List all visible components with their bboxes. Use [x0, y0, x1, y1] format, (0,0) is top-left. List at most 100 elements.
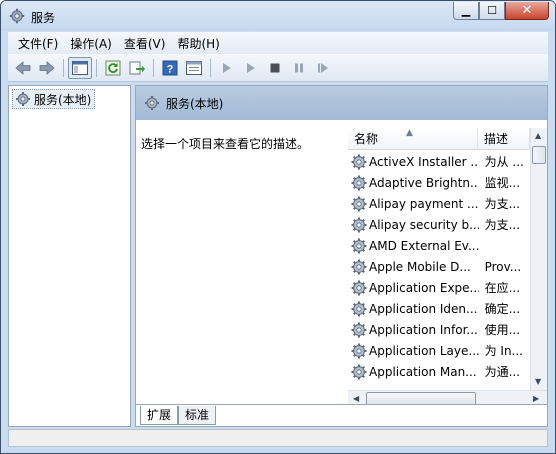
gear-icon — [9, 8, 25, 24]
back-button[interactable] — [11, 57, 35, 79]
status-bar — [8, 429, 548, 447]
minimize-button[interactable]: ▁ — [453, 2, 479, 20]
service-description: 为支... — [484, 197, 521, 211]
start-service-alt-button[interactable] — [239, 57, 263, 79]
scroll-left-icon[interactable]: ◀ — [353, 394, 359, 403]
vertical-scroll-thumb[interactable] — [532, 146, 546, 164]
tree-node-label: 服务(本地) — [34, 92, 92, 107]
table-row[interactable]: Alipay security b... 为支... — [348, 214, 530, 235]
menu-file[interactable]: 文件(F) — [12, 33, 64, 54]
console-tree: 服务(本地) — [8, 85, 131, 427]
export-list-button[interactable] — [125, 57, 149, 79]
sort-ascending-icon: ▲ — [406, 128, 413, 138]
table-row[interactable]: Application Man... 为通... — [348, 361, 530, 382]
pause-icon — [295, 63, 303, 72]
tab-extended[interactable]: 扩展 — [140, 406, 179, 425]
client-area: 服务(本地) 服务(本地) 选择一个项目来查看它的描述。 ▲ 名称 描述 Act… — [8, 83, 548, 427]
service-name: Application Iden... — [369, 301, 478, 316]
table-row[interactable]: Adaptive Brightn... 监视... — [348, 172, 530, 193]
service-name: Application Expe... — [369, 280, 479, 295]
toolbar-separator — [210, 58, 211, 77]
service-gear-icon — [350, 321, 368, 339]
stop-icon — [270, 63, 280, 72]
service-name: Application Man... — [369, 364, 477, 379]
gear-icon — [145, 96, 159, 110]
vertical-scrollbar[interactable]: ▲ ▼ — [530, 128, 547, 390]
menu-bar: 文件(F) 操作(A) 查看(V) 帮助(H) — [8, 32, 548, 54]
properties-button[interactable] — [182, 57, 206, 79]
service-gear-icon — [350, 300, 368, 318]
details-header: 服务(本地) — [136, 86, 547, 120]
tree-node-services-local[interactable]: 服务(本地) — [12, 89, 96, 109]
stop-service-button[interactable] — [263, 57, 287, 79]
close-button[interactable]: ✕ — [505, 2, 549, 20]
restart-service-button[interactable] — [311, 57, 335, 79]
scroll-right-icon[interactable]: ▶ — [533, 394, 539, 403]
service-gear-icon — [350, 195, 368, 213]
service-description: 为通... — [484, 365, 521, 379]
service-name: Apple Mobile D... — [369, 259, 471, 274]
table-row[interactable]: AMD External Ev... — [348, 235, 530, 256]
service-description: 为 In... — [484, 344, 523, 358]
start-service-button[interactable] — [215, 57, 239, 79]
column-header-description[interactable]: 描述 — [478, 128, 530, 150]
table-row[interactable]: Application Infor... 使用... — [348, 319, 530, 340]
maximize-button[interactable]: ☐ — [479, 2, 505, 20]
toolbar-separator — [153, 58, 154, 77]
service-name: Adaptive Brightn... — [369, 175, 479, 190]
menu-help[interactable]: 帮助(H) — [171, 33, 225, 54]
caption-buttons: ▁ ☐ ✕ — [453, 2, 549, 20]
back-arrow-icon — [15, 60, 31, 75]
details-header-title: 服务(本地) — [166, 96, 224, 111]
table-row[interactable]: Application Laye... 为 In... — [348, 340, 530, 361]
maximize-icon: ☐ — [487, 4, 497, 17]
service-name: Alipay security b... — [369, 217, 479, 232]
table-row[interactable]: Apple Mobile D... Prov... — [348, 256, 530, 277]
help-icon: ? — [162, 60, 178, 75]
toolbar-separator — [96, 58, 97, 77]
help-button[interactable]: ? — [158, 57, 182, 79]
service-name: Application Infor... — [369, 322, 478, 337]
restart-icon — [318, 62, 328, 73]
tab-standard[interactable]: 标准 — [178, 406, 217, 425]
service-name: AMD External Ev... — [369, 238, 479, 253]
service-description: Prov... — [484, 259, 522, 274]
service-name: Alipay payment ... — [369, 196, 479, 211]
window-title: 服务 — [31, 11, 56, 25]
services-window: 服务 ▁ ☐ ✕ 文件(F) 操作(A) 查看(V) 帮助(H) ? 服务(本地… — [0, 0, 556, 454]
table-row[interactable]: Application Iden... 确定... — [348, 298, 530, 319]
refresh-button[interactable] — [101, 57, 125, 79]
table-row[interactable]: Alipay payment ... 为支... — [348, 193, 530, 214]
table-row[interactable]: Application Expe... 在应... — [348, 277, 530, 298]
menu-view[interactable]: 查看(V) — [118, 33, 172, 54]
scroll-up-icon[interactable]: ▲ — [535, 131, 541, 140]
view-tabs: 扩展 标准 — [136, 404, 547, 426]
gear-icon — [16, 92, 30, 106]
toolbar: ? — [8, 54, 548, 82]
scroll-down-icon[interactable]: ▼ — [535, 377, 541, 386]
table-row[interactable]: ActiveX Installer ... 为从 ... — [348, 151, 530, 172]
title-bar[interactable]: 服务 ▁ ☐ ✕ — [1, 1, 555, 31]
console-tree-icon — [72, 60, 88, 75]
export-icon — [129, 61, 145, 74]
show-console-tree-button[interactable] — [68, 56, 92, 79]
service-gear-icon — [350, 237, 368, 255]
service-gear-icon — [350, 216, 368, 234]
service-gear-icon — [350, 342, 368, 360]
list-header: ▲ 名称 描述 — [348, 128, 547, 150]
column-header-name[interactable]: ▲ 名称 — [348, 128, 478, 150]
service-gear-icon — [350, 153, 368, 171]
service-description: 为支... — [484, 218, 521, 232]
pause-service-button[interactable] — [287, 57, 311, 79]
service-gear-icon — [350, 174, 368, 192]
list-rows: ActiveX Installer ... 为从 ... Adaptive Brig… — [348, 151, 530, 382]
service-gear-icon — [350, 279, 368, 297]
refresh-icon — [105, 60, 121, 75]
svg-text:?: ? — [167, 63, 174, 75]
close-icon: ✕ — [521, 3, 533, 18]
column-header-description-label: 描述 — [484, 132, 509, 146]
menu-action[interactable]: 操作(A) — [64, 33, 118, 54]
play-icon — [247, 62, 255, 73]
forward-button[interactable] — [35, 57, 59, 79]
service-name: ActiveX Installer ... — [369, 154, 479, 169]
